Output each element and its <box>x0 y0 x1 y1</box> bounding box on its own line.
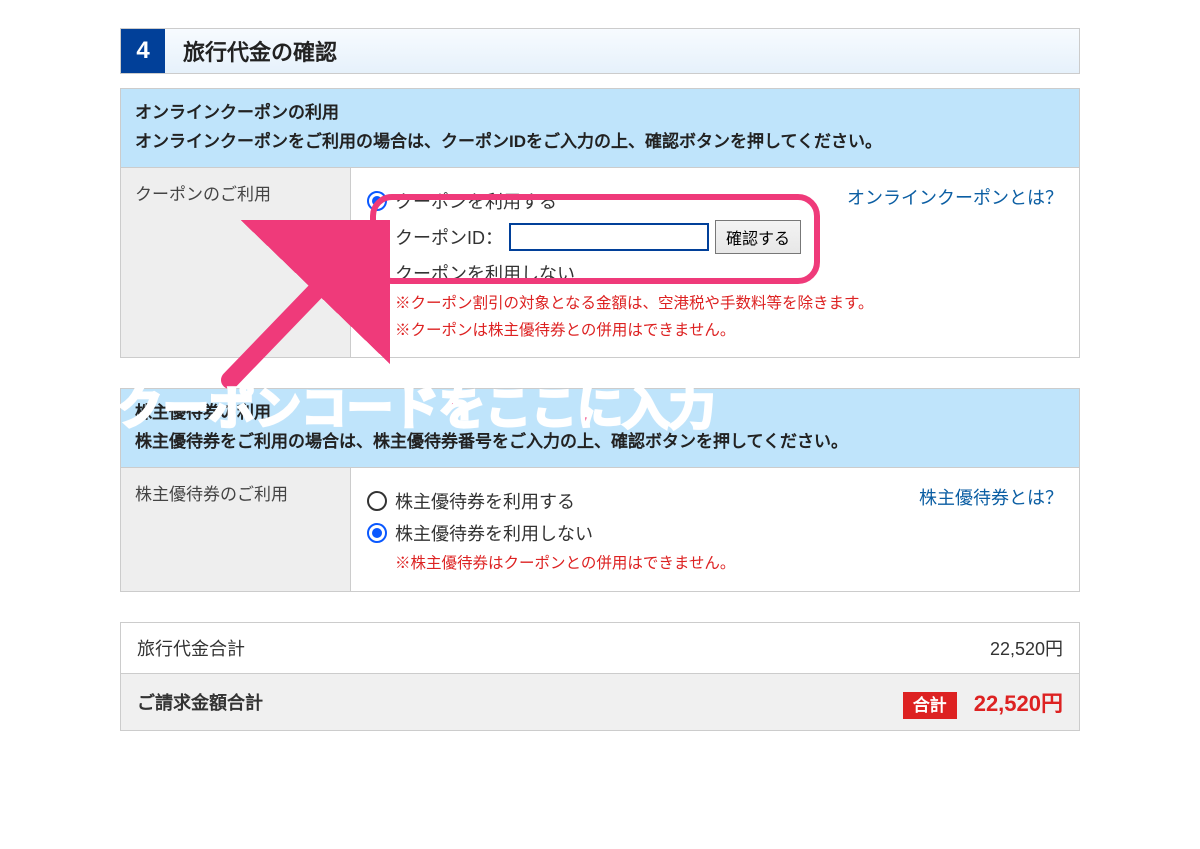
coupon-help-link[interactable]: オンラインクーポンとは？ <box>847 184 1063 210</box>
coupon-use-radio[interactable] <box>367 191 387 211</box>
shareholder-use-label: 株主優待券を利用する <box>395 488 575 514</box>
coupon-id-input[interactable] <box>509 223 709 251</box>
coupon-panel: オンラインクーポンの利用 オンラインクーポンをご利用の場合は、クーポンIDをご入… <box>120 88 1080 358</box>
coupon-row-label: クーポンのご利用 <box>121 168 351 358</box>
grand-total-cell: 合計 22,520円 <box>887 674 1079 730</box>
coupon-id-label: クーポンID： <box>395 224 503 250</box>
shareholder-notuse-option[interactable]: 株主優待券を利用しない <box>367 520 1063 546</box>
shareholder-notuse-label: 株主優待券を利用しない <box>395 520 593 546</box>
annotation-text: 割引クーポンコードをここに入力 <box>25 372 715 438</box>
shareholder-notuse-radio[interactable] <box>367 523 387 543</box>
section-header: 4 旅行代金の確認 <box>120 28 1080 74</box>
coupon-notuse-option[interactable]: クーポンを利用しない <box>367 260 1063 286</box>
coupon-band-desc: オンラインクーポンをご利用の場合は、クーポンIDをご入力の上、確認ボタンを押して… <box>135 128 1065 157</box>
coupon-use-label: クーポンを利用する <box>395 188 557 214</box>
coupon-band: オンラインクーポンの利用 オンラインクーポンをご利用の場合は、クーポンIDをご入… <box>121 89 1079 167</box>
coupon-row-body: オンラインクーポンとは？ クーポンを利用する クーポンID： 確認する クーポン… <box>351 168 1079 358</box>
coupon-notice-1: ※クーポン割引の対象となる金額は、空港税や手数料等を除きます。 <box>395 292 1063 317</box>
grand-total-label: ご請求金額合計 <box>121 677 887 727</box>
coupon-confirm-button[interactable]: 確認する <box>715 220 801 254</box>
grand-total-value: 22,520円 <box>974 691 1063 716</box>
coupon-notuse-radio[interactable] <box>367 263 387 283</box>
shareholder-row-label: 株主優待券のご利用 <box>121 468 351 591</box>
coupon-id-line: クーポンID： 確認する <box>395 220 1063 254</box>
coupon-band-title: オンラインクーポンの利用 <box>135 99 1065 128</box>
shareholder-help-link[interactable]: 株主優待券とは？ <box>919 484 1063 510</box>
step-number: 4 <box>121 29 165 73</box>
section-title: 旅行代金の確認 <box>165 35 337 67</box>
total-badge: 合計 <box>903 692 957 719</box>
subtotal-row: 旅行代金合計 22,520円 <box>121 623 1079 673</box>
shareholder-row-body: 株主優待券とは？ 株主優待券を利用する 株主優待券を利用しない ※株主優待券はク… <box>351 468 1079 591</box>
totals-table: 旅行代金合計 22,520円 ご請求金額合計 合計 22,520円 <box>120 622 1080 731</box>
shareholder-use-radio[interactable] <box>367 491 387 511</box>
subtotal-label: 旅行代金合計 <box>121 623 974 673</box>
shareholder-notice-1: ※株主優待券はクーポンとの併用はできません。 <box>395 552 1063 577</box>
grand-total-row: ご請求金額合計 合計 22,520円 <box>121 673 1079 730</box>
subtotal-value: 22,520円 <box>974 623 1079 673</box>
coupon-notice-2: ※クーポンは株主優待券との併用はできません。 <box>395 319 1063 344</box>
coupon-notuse-label: クーポンを利用しない <box>395 260 575 286</box>
